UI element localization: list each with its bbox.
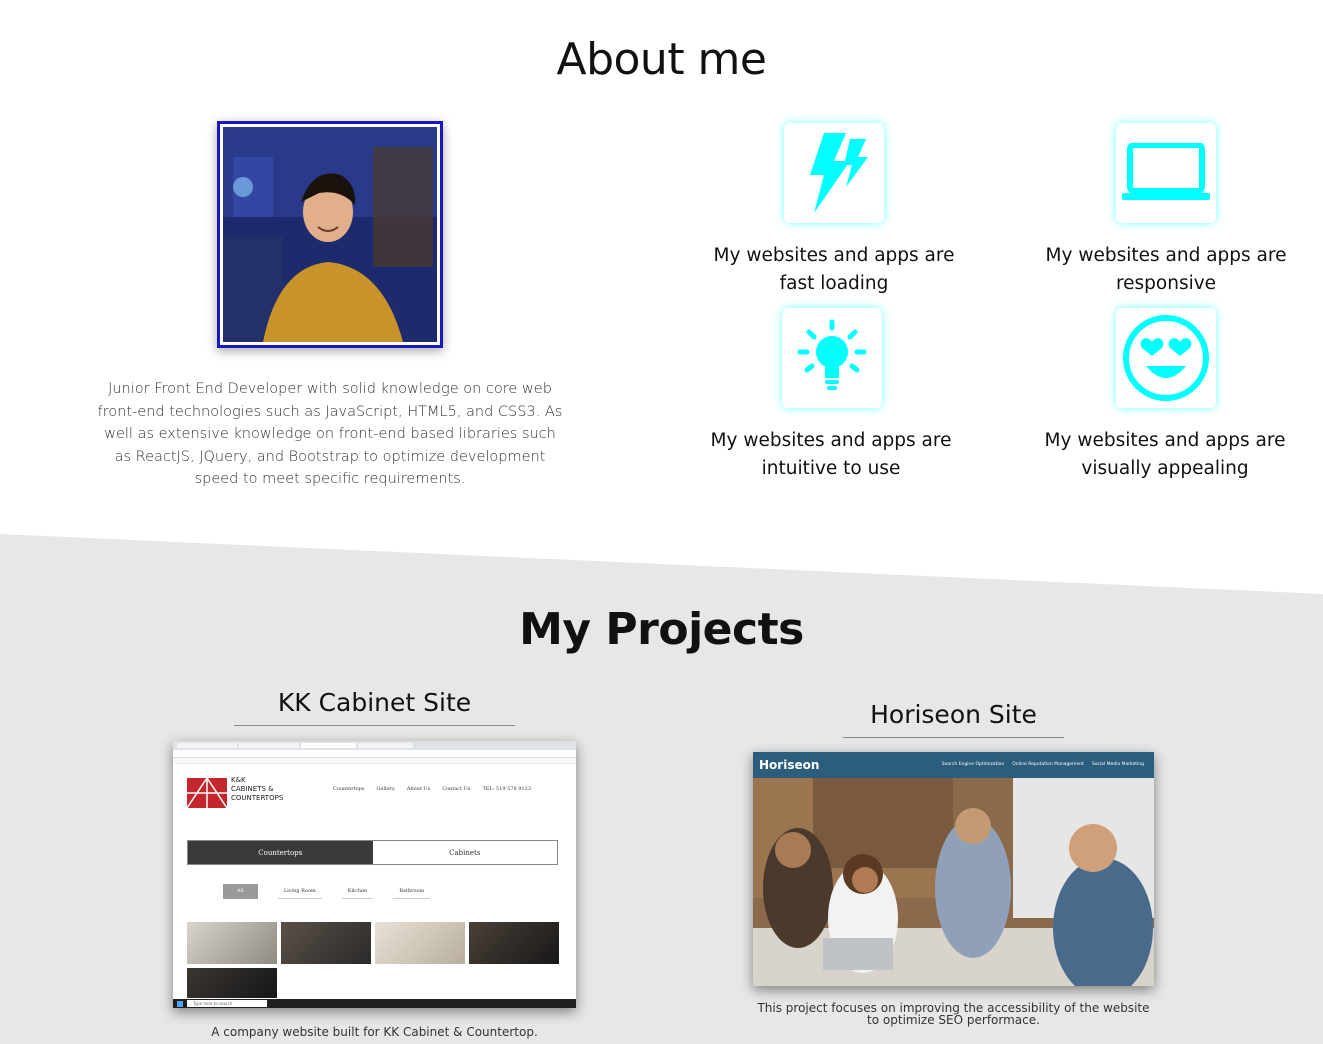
horiseon-nav-item: Social Media Marketing (1091, 762, 1144, 767)
gallery-image (281, 922, 371, 964)
about-title: About me (556, 34, 767, 85)
feature-text-line2: visually appealing (1081, 458, 1249, 479)
kk-logo-icon (186, 776, 228, 809)
project-caption-horiseon: This project focuses on improving the ac… (757, 1001, 1150, 1027)
kk-nav-item: Gallery (376, 786, 395, 792)
kk-filter: Kitchen (341, 884, 374, 899)
kk-nav-item: About Us (406, 786, 431, 792)
horiseon-hero-image (753, 778, 1154, 986)
kk-logo-line2: CABINETS & (231, 785, 274, 793)
horiseon-nav-item: Search Engine Optimization (941, 762, 1005, 767)
horiseon-header: Horiseon Search Engine Optimization Onli… (753, 752, 1154, 778)
browser-tabs (173, 741, 576, 750)
project-caption-kk: A company website built for KK Cabinet &… (211, 1025, 538, 1039)
feature-fast-loading: My websites and apps are fast loading (704, 242, 964, 298)
project-title-kk[interactable]: KK Cabinet Site (234, 688, 515, 717)
feature-intuitive: My websites and apps are intuitive to us… (701, 427, 961, 483)
feature-text-line1: My websites and apps are (1045, 245, 1287, 266)
kk-tab-cabinets: Cabinets (372, 841, 557, 864)
kk-nav: Countertops Gallery About Us Contact Us … (333, 786, 531, 792)
windows-icon (177, 1000, 183, 1007)
feature-text-line1: My websites and apps are (710, 430, 952, 451)
kk-nav-item: Contact Us (442, 786, 471, 792)
feature-text-line2: fast loading (779, 273, 889, 294)
kk-filter: Bathroom (393, 884, 431, 899)
divider (234, 725, 515, 726)
divider (843, 737, 1064, 738)
address-bar (173, 750, 576, 758)
feature-visually-appealing: My websites and apps are visually appeal… (1035, 427, 1295, 483)
projects-title: My Projects (519, 604, 804, 655)
horiseon-screenshot[interactable]: Horiseon Search Engine Optimization Onli… (753, 752, 1154, 986)
profile-photo (217, 121, 443, 348)
kk-filters: All Living Room Kitchen Bathroom (223, 884, 431, 899)
lightning-icon (784, 123, 884, 223)
gallery-image (469, 922, 559, 964)
feature-responsive: My websites and apps are responsive (1036, 242, 1296, 298)
taskbar: Type here to search (173, 999, 576, 1008)
gallery-image (187, 922, 277, 964)
kk-nav-item: Countertops (333, 786, 365, 792)
horiseon-nav-item: Online Reputation Management (1012, 762, 1084, 767)
feature-text-line1: My websites and apps are (713, 245, 955, 266)
feature-text-line1: My websites and apps are (1044, 430, 1286, 451)
lightbulb-icon (782, 308, 882, 408)
gallery-image (187, 968, 277, 998)
gallery-image (375, 922, 465, 964)
horiseon-nav: Search Engine Optimization Online Reputa… (942, 762, 1144, 767)
bio-text: Junior Front End Developer with solid kn… (97, 381, 563, 487)
kk-logo-line3: COUNTERTOPS (231, 794, 284, 802)
kk-logo-line1: K&K (231, 776, 246, 784)
kk-filter-all: All (223, 884, 258, 899)
taskbar-search: Type here to search (187, 1000, 267, 1007)
kk-nav-item: TEL: 519 578 9123 (482, 786, 532, 792)
kk-cabinet-screenshot[interactable]: K&K CABINETS & COUNTERTOPS Countertops G… (173, 741, 576, 1008)
feature-text-line2: responsive (1115, 273, 1217, 294)
feature-text-line2: intuitive to use (761, 458, 901, 479)
kk-gallery (187, 922, 559, 964)
kk-tabs: Countertops Cabinets (187, 840, 558, 865)
kk-tab-countertops: Countertops (188, 841, 373, 864)
laptop-icon (1116, 123, 1216, 223)
project-title-horiseon[interactable]: Horiseon Site (843, 700, 1064, 729)
kk-filter: Living Room (277, 884, 322, 899)
heart-eyes-icon (1116, 308, 1216, 408)
horiseon-brand: Horiseon (759, 758, 820, 772)
kk-logo-text: K&K CABINETS & COUNTERTOPS (231, 776, 283, 803)
